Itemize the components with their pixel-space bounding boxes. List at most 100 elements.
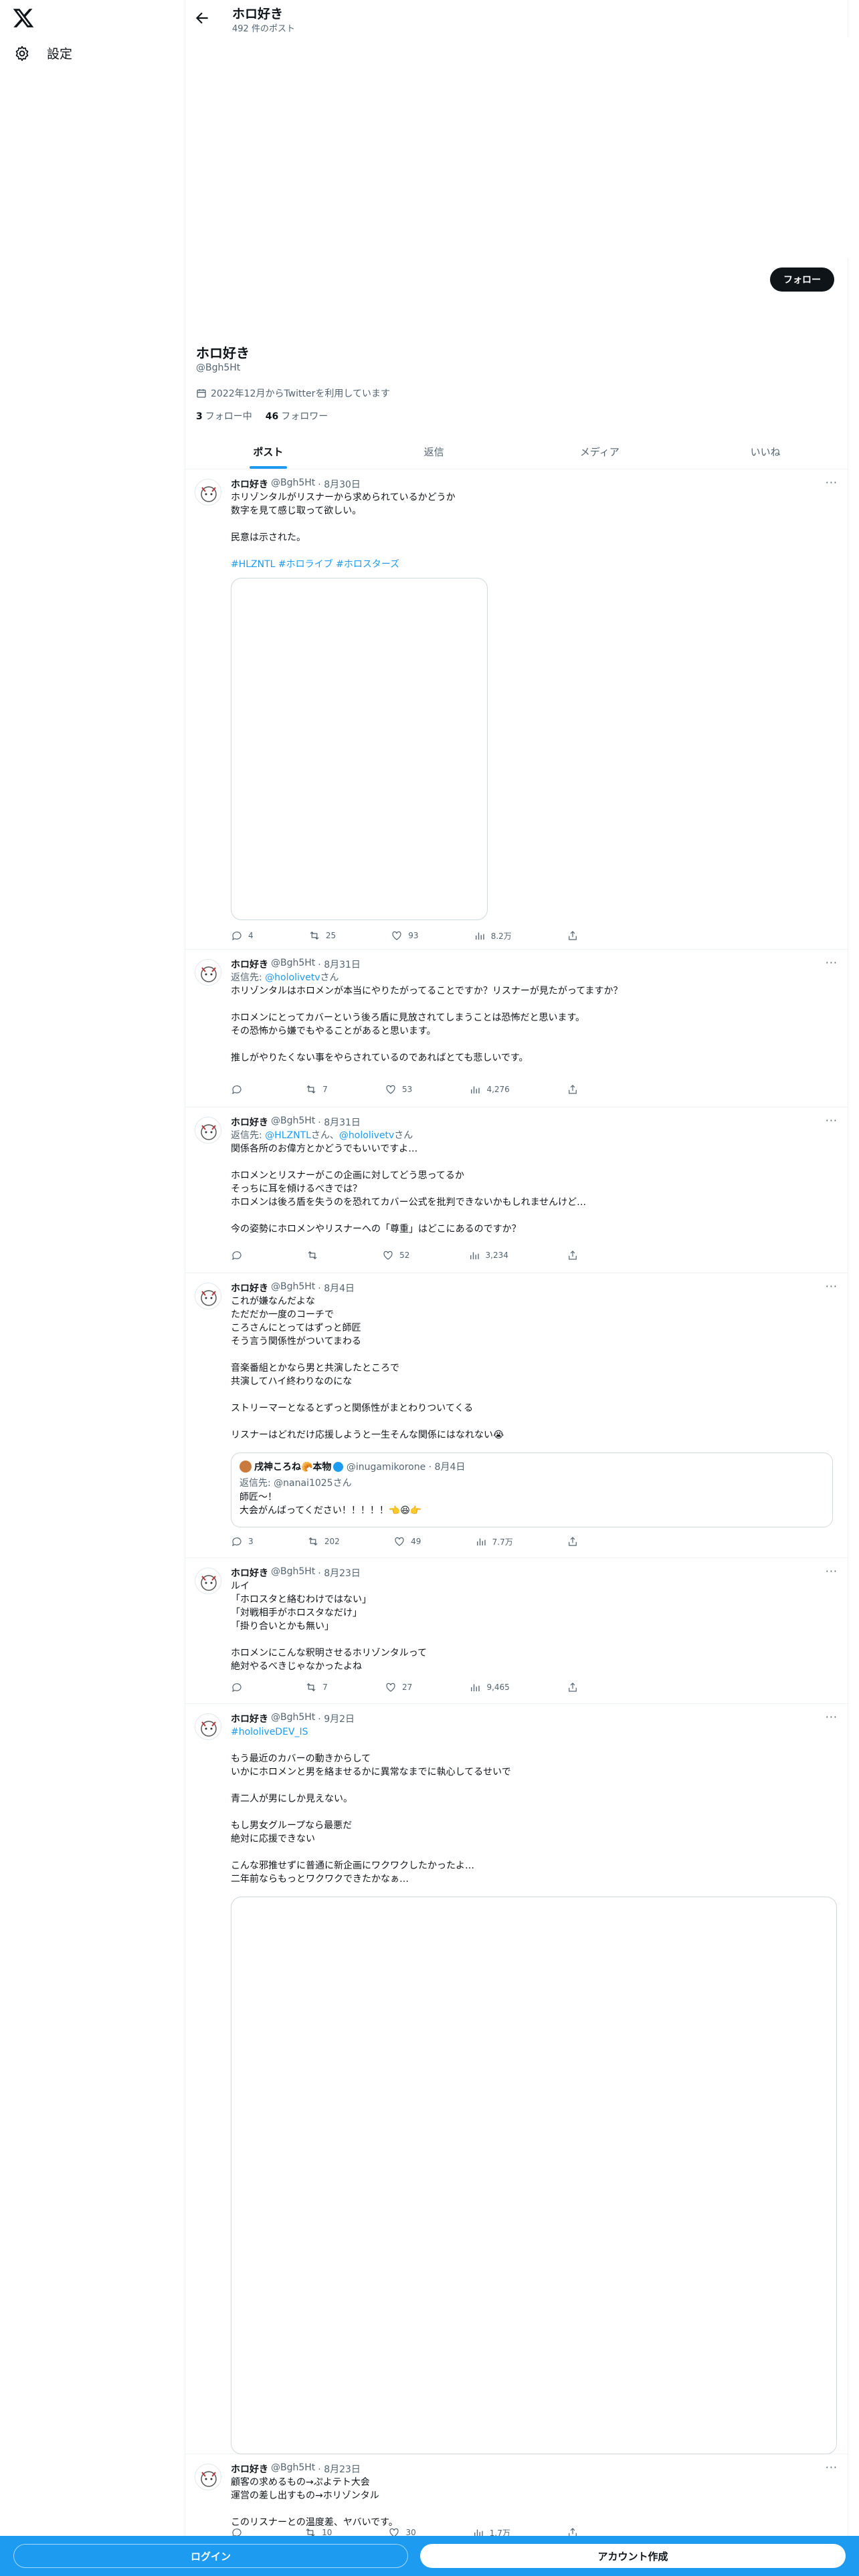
share-button[interactable] bbox=[567, 1681, 579, 1693]
like-button[interactable]: 53 bbox=[385, 1083, 412, 1095]
views-button[interactable]: 4,276 bbox=[469, 1083, 510, 1095]
followers-link[interactable]: 46 フォロワー bbox=[266, 409, 328, 423]
more-options-icon[interactable]: ··· bbox=[826, 1280, 838, 1293]
settings-link[interactable]: 設定 bbox=[13, 44, 72, 62]
more-options-icon[interactable]: ··· bbox=[826, 1565, 838, 1578]
views-button[interactable]: 8.2万 bbox=[474, 930, 512, 942]
tab-posts[interactable]: ポスト bbox=[185, 435, 351, 469]
tweet[interactable]: ホロ好き @Bgh5Ht · 8月23日 ··· 顧客の求めるもの→ぷよテト大会… bbox=[185, 2454, 848, 2538]
avatar[interactable] bbox=[195, 959, 221, 986]
tweet-date[interactable]: · 8月23日 bbox=[318, 2462, 361, 2476]
reply-button[interactable]: 4 bbox=[231, 930, 254, 942]
repost-button[interactable]: 202 bbox=[307, 1535, 340, 1547]
reply-button[interactable] bbox=[231, 1249, 248, 1261]
more-options-icon[interactable]: ··· bbox=[826, 1711, 838, 1723]
x-logo-icon[interactable] bbox=[12, 7, 35, 29]
tweet[interactable]: ホロ好き @Bgh5Ht · 8月23日 ··· ルイ 「ホロスタと絡むわけでは… bbox=[185, 1558, 848, 1704]
tweet[interactable]: ホロ好き @Bgh5Ht · 8月31日 ··· 返信先: @hololivet… bbox=[185, 950, 848, 1107]
author-name[interactable]: ホロ好き bbox=[231, 1115, 268, 1129]
reply-to-link[interactable]: @hololivetv bbox=[265, 972, 320, 983]
analytics-icon bbox=[471, 1086, 480, 1093]
avatar[interactable] bbox=[195, 1117, 221, 1144]
reply-button[interactable] bbox=[231, 1083, 248, 1095]
share-button[interactable] bbox=[567, 1535, 579, 1547]
avatar[interactable] bbox=[195, 1283, 221, 1309]
author-name[interactable]: ホロ好き bbox=[231, 2462, 268, 2476]
share-button[interactable] bbox=[567, 930, 579, 942]
tweet-text: 関係各所のお偉方とかどうでもいいですよ… ホロメンとリスナーがこの企画に対してど… bbox=[231, 1144, 587, 1235]
analytics-icon bbox=[470, 1252, 479, 1259]
tweet[interactable]: ホロ好き @Bgh5Ht · 8月30日 ··· ホリゾンタルがリスナーから求め… bbox=[185, 469, 848, 950]
more-options-icon[interactable]: ··· bbox=[826, 1114, 838, 1127]
tweet-media[interactable] bbox=[231, 578, 488, 920]
author-name[interactable]: ホロ好き bbox=[231, 477, 268, 491]
views-button[interactable]: 9,465 bbox=[469, 1681, 510, 1693]
avatar[interactable] bbox=[195, 1713, 221, 1740]
views-button[interactable]: 7.7万 bbox=[475, 1535, 513, 1547]
tweet-media[interactable] bbox=[231, 1897, 837, 2454]
repost-button[interactable]: 25 bbox=[308, 930, 336, 942]
author-handle[interactable]: @Bgh5Ht bbox=[271, 1115, 315, 1129]
repost-button[interactable]: 7 bbox=[305, 1083, 328, 1095]
avatar[interactable] bbox=[195, 2464, 221, 2490]
signup-button[interactable]: アカウント作成 bbox=[420, 2544, 846, 2568]
author-handle[interactable]: @Bgh5Ht bbox=[271, 958, 315, 971]
author-handle[interactable]: @Bgh5Ht bbox=[271, 1281, 315, 1295]
like-button[interactable]: 52 bbox=[382, 1249, 409, 1261]
tab-likes[interactable]: いいね bbox=[682, 435, 848, 469]
share-icon bbox=[569, 931, 577, 940]
like-button[interactable]: 27 bbox=[385, 1681, 412, 1693]
more-options-icon[interactable]: ··· bbox=[826, 2461, 838, 2474]
reply-to-link[interactable]: @HLZNTL bbox=[265, 1130, 311, 1141]
author-name[interactable]: ホロ好き bbox=[231, 958, 268, 971]
author-handle[interactable]: @Bgh5Ht bbox=[271, 2462, 315, 2476]
follow-button[interactable]: フォロー bbox=[770, 267, 834, 292]
like-button[interactable]: 93 bbox=[391, 930, 419, 942]
share-button[interactable] bbox=[567, 1249, 579, 1261]
more-options-icon[interactable]: ··· bbox=[826, 956, 838, 969]
quote-header: 戌神ころね🥐本物 @inugamikorone · 8月4日 bbox=[240, 1460, 824, 1473]
back-arrow-icon[interactable] bbox=[193, 9, 211, 27]
tweet-actions: 52 3,234 bbox=[231, 1249, 579, 1261]
tweet-date[interactable]: · 8月23日 bbox=[318, 1566, 361, 1580]
reply-context: 返信先: @hololivetvさん bbox=[231, 972, 339, 983]
tweet[interactable]: ホロ好き @Bgh5Ht · 8月4日 ··· これが嫌なんだよな ただだか一度… bbox=[185, 1273, 848, 1558]
reply-to-link[interactable]: @hololivetv bbox=[339, 1130, 394, 1141]
tweet-hashtag[interactable]: #hololiveDEV_IS bbox=[231, 1725, 833, 1739]
page-title: ホロ好き bbox=[232, 7, 284, 21]
avatar[interactable] bbox=[195, 1568, 221, 1594]
quoted-tweet[interactable]: 戌神ころね🥐本物 @inugamikorone · 8月4日 返信先: @nan… bbox=[231, 1453, 833, 1527]
tweet[interactable]: ホロ好き @Bgh5Ht · 8月31日 ··· 返信先: @HLZNTLさん、… bbox=[185, 1107, 848, 1273]
repost-button[interactable]: 7 bbox=[305, 1681, 328, 1693]
tweet[interactable]: ホロ好き @Bgh5Ht · 9月2日 ··· #hololiveDEV_IS … bbox=[185, 1704, 848, 2454]
author-name[interactable]: ホロ好き bbox=[231, 1712, 268, 1725]
tweet-date[interactable]: · 8月4日 bbox=[318, 1281, 355, 1295]
more-options-icon[interactable]: ··· bbox=[826, 476, 838, 489]
repost-button[interactable] bbox=[306, 1249, 324, 1261]
reply-icon bbox=[232, 932, 242, 941]
tweet-date[interactable]: · 8月31日 bbox=[318, 1115, 361, 1129]
profile-handle: @Bgh5Ht bbox=[196, 362, 241, 373]
tab-media[interactable]: メディア bbox=[517, 435, 683, 469]
main-column: ホロ好き 492 件のポスト フォロー ホロ好き @Bgh5Ht 2022年12… bbox=[185, 0, 848, 2576]
author-name[interactable]: ホロ好き bbox=[231, 1566, 268, 1580]
author-handle[interactable]: @Bgh5Ht bbox=[271, 477, 315, 491]
tweet-hashtags[interactable]: #HLZNTL #ホロライブ #ホロスターズ bbox=[231, 558, 833, 571]
login-button[interactable]: ログイン bbox=[13, 2544, 408, 2568]
avatar[interactable] bbox=[195, 479, 221, 506]
reply-button[interactable]: 3 bbox=[231, 1535, 254, 1547]
author-name[interactable]: ホロ好き bbox=[231, 1281, 268, 1295]
author-handle[interactable]: @Bgh5Ht bbox=[271, 1566, 315, 1580]
author-handle[interactable]: @Bgh5Ht bbox=[271, 1712, 315, 1725]
tweet-date[interactable]: · 8月30日 bbox=[318, 477, 361, 491]
quote-author-name: 戌神ころね🥐本物 bbox=[254, 1462, 332, 1473]
tweet-date[interactable]: · 8月31日 bbox=[318, 958, 361, 971]
views-button[interactable]: 3,234 bbox=[468, 1249, 508, 1261]
reply-button[interactable] bbox=[231, 1681, 248, 1693]
share-button[interactable] bbox=[567, 1083, 579, 1095]
tweet-body: 顧客の求めるもの→ぷよテト大会 運営の差し出すもの→ホリゾンタル このリスナーと… bbox=[231, 2476, 833, 2529]
following-link[interactable]: 3 フォロー中 bbox=[196, 409, 252, 423]
tab-replies[interactable]: 返信 bbox=[351, 435, 517, 469]
like-button[interactable]: 49 bbox=[393, 1535, 421, 1547]
tweet-date[interactable]: · 9月2日 bbox=[318, 1712, 355, 1725]
